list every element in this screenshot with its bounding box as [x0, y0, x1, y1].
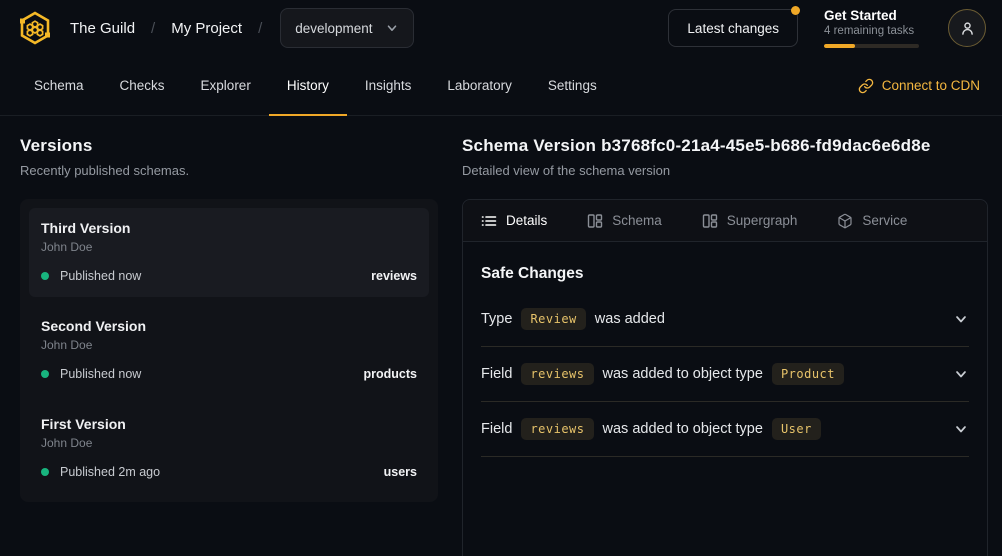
version-meta: Published now reviews	[41, 269, 417, 283]
latest-changes-label: Latest changes	[687, 21, 779, 36]
versions-subtitle: Recently published schemas.	[20, 163, 438, 178]
get-started-progress-fill	[824, 44, 855, 48]
code-badge: reviews	[521, 363, 593, 385]
columns-icon	[702, 213, 718, 229]
version-title: Third Version	[41, 220, 417, 236]
code-badge: Product	[772, 363, 844, 385]
detail-tab-supergraph[interactable]: Supergraph	[702, 213, 798, 229]
detail-tab-details[interactable]: Details	[481, 213, 547, 229]
connect-to-cdn-label: Connect to CDN	[882, 78, 980, 93]
version-list-item[interactable]: Second Version John Doe Published now pr…	[29, 306, 429, 395]
columns-icon	[587, 213, 603, 229]
service-name: products	[364, 367, 417, 381]
change-text: Field	[481, 421, 512, 437]
top-bar: The Guild / My Project / development Lat…	[0, 0, 1002, 56]
get-started-widget[interactable]: Get Started 4 remaining tasks	[824, 8, 922, 48]
nav-tab-insights[interactable]: Insights	[347, 56, 430, 115]
chevron-down-icon[interactable]	[953, 311, 969, 327]
nav-tab-explorer[interactable]: Explorer	[183, 56, 269, 115]
version-author: John Doe	[41, 240, 417, 254]
user-icon	[959, 20, 976, 37]
chevron-down-icon[interactable]	[953, 421, 969, 437]
link-icon	[858, 78, 874, 94]
version-detail-column: Schema Version b3768fc0-21a4-45e5-b686-f…	[462, 136, 988, 555]
change-text: was added	[595, 311, 665, 327]
version-author: John Doe	[41, 436, 417, 450]
change-text: Type	[481, 311, 512, 327]
notification-dot	[791, 6, 800, 15]
chevron-down-icon	[385, 21, 399, 35]
published-time: Published now	[60, 367, 141, 381]
version-list-item[interactable]: Third Version John Doe Published now rev…	[29, 208, 429, 297]
connect-to-cdn-button[interactable]: Connect to CDN	[858, 56, 986, 115]
detail-tab-label: Service	[862, 213, 907, 228]
code-badge: Review	[521, 308, 585, 330]
version-title: First Version	[41, 416, 417, 432]
latest-changes-button[interactable]: Latest changes	[668, 9, 798, 47]
published-status-dot	[41, 370, 49, 378]
breadcrumb-org[interactable]: The Guild	[70, 20, 135, 37]
service-name: users	[384, 465, 417, 479]
detail-body: Safe Changes TypeReviewwas added Fieldre…	[463, 265, 987, 457]
nav-tab-schema[interactable]: Schema	[16, 56, 102, 115]
hive-logo-icon[interactable]	[16, 9, 54, 47]
detail-tab-schema[interactable]: Schema	[587, 213, 662, 229]
published-status-dot	[41, 468, 49, 476]
breadcrumb-separator: /	[151, 20, 155, 37]
changes-list: Type Review was added Field reviews was adde…	[481, 292, 969, 457]
version-list: Third Version John Doe Published now rev…	[20, 199, 438, 502]
safe-changes-title: Safe Changes	[481, 265, 969, 283]
nav-tab-checks[interactable]: Checks	[102, 56, 183, 115]
version-list-item[interactable]: First Version John Doe Published 2m ago …	[29, 404, 429, 493]
code-badge: reviews	[521, 418, 593, 440]
version-meta: Published 2m ago users	[41, 465, 417, 479]
version-author: John Doe	[41, 338, 417, 352]
main-content: Versions Recently published schemas. Thi…	[0, 116, 1002, 555]
version-meta: Published now products	[41, 367, 417, 381]
breadcrumb-project[interactable]: My Project	[171, 20, 242, 37]
detail-tab-label: Schema	[612, 213, 662, 228]
detail-tab-label: Supergraph	[727, 213, 798, 228]
code-badge: User	[772, 418, 821, 440]
change-text: Field	[481, 366, 512, 382]
nav-tab-settings[interactable]: Settings	[530, 56, 615, 115]
get-started-title: Get Started	[824, 8, 922, 23]
list-icon	[481, 213, 497, 229]
chevron-down-icon[interactable]	[953, 366, 969, 382]
versions-column: Versions Recently published schemas. Thi…	[20, 136, 438, 555]
change-row[interactable]: Field reviews was added to object type User	[481, 402, 969, 457]
project-nav: SchemaChecksExplorerHistoryInsightsLabor…	[0, 56, 1002, 116]
change-text: was added to object type	[603, 366, 763, 382]
nav-tab-history[interactable]: History	[269, 56, 347, 115]
get-started-subtitle: 4 remaining tasks	[824, 25, 922, 37]
nav-tab-laboratory[interactable]: Laboratory	[429, 56, 530, 115]
schema-version-title: Schema Version b3768fc0-21a4-45e5-b686-f…	[462, 136, 988, 156]
target-select-value: development	[295, 21, 372, 36]
user-avatar[interactable]	[948, 9, 986, 47]
version-title: Second Version	[41, 318, 417, 334]
change-row[interactable]: Field reviews was added to object type Prod…	[481, 347, 969, 402]
change-text: was added to object type	[603, 421, 763, 437]
change-row[interactable]: Type Review was added	[481, 292, 969, 347]
published-time: Published 2m ago	[60, 465, 160, 479]
detail-tab-service[interactable]: Service	[837, 213, 907, 229]
version-detail-panel: Details Schema Supergraph Service Safe Chan…	[462, 199, 988, 556]
cube-icon	[837, 213, 853, 229]
get-started-progressbar	[824, 44, 919, 48]
schema-version-subtitle: Detailed view of the schema version	[462, 163, 988, 178]
detail-tab-label: Details	[506, 213, 547, 228]
target-select[interactable]: development	[280, 8, 413, 48]
service-name: reviews	[371, 269, 417, 283]
published-status-dot	[41, 272, 49, 280]
published-time: Published now	[60, 269, 141, 283]
detail-tabs: Details Schema Supergraph Service	[463, 200, 987, 242]
breadcrumb-separator: /	[258, 20, 262, 37]
versions-title: Versions	[20, 136, 438, 156]
